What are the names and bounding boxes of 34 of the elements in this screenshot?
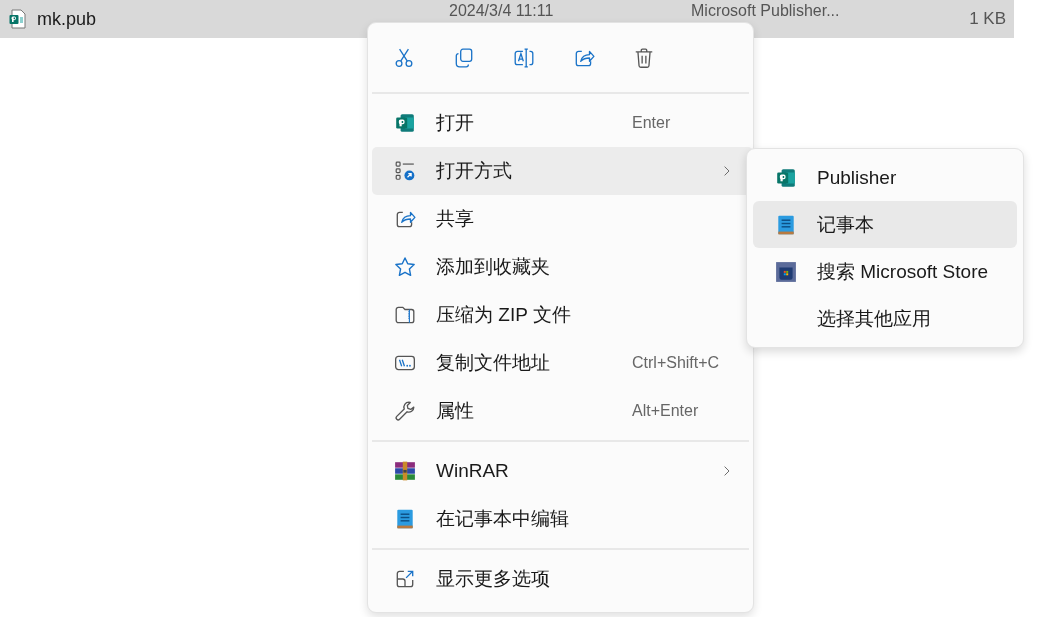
- notepad-icon: [394, 508, 416, 530]
- wrench-icon: [394, 400, 416, 422]
- scissors-icon: [393, 46, 415, 69]
- menu-item[interactable]: 在记事本中编辑: [372, 495, 749, 543]
- file-size: 1 KB: [969, 9, 1006, 29]
- trash-icon: [633, 46, 655, 69]
- menu-item[interactable]: 共享: [372, 195, 749, 243]
- file-date: 2024/3/4 11:11: [449, 2, 555, 20]
- publisher-icon: [394, 112, 416, 134]
- rename-icon: [513, 46, 535, 69]
- menu-item[interactable]: 打开 Enter: [372, 99, 749, 147]
- menu-item[interactable]: 添加到收藏夹: [372, 243, 749, 291]
- menu-item[interactable]: 复制文件地址 Ctrl+Shift+C: [372, 339, 749, 387]
- notepad-icon: [775, 213, 797, 236]
- store-icon: [775, 260, 797, 283]
- submenu-item[interactable]: 选择其他应用: [753, 295, 1017, 342]
- menu-item[interactable]: 属性 Alt+Enter: [372, 387, 749, 435]
- file-name: mk.pub: [37, 8, 98, 30]
- menu-item[interactable]: 打开方式: [372, 147, 753, 195]
- star-icon: [394, 256, 416, 278]
- zip-folder-icon: [394, 304, 416, 326]
- expand-icon: [394, 568, 416, 590]
- copy-icon: [453, 46, 475, 69]
- submenu-item[interactable]: 搜索 Microsoft Store: [753, 248, 1017, 295]
- menu-item[interactable]: 显示更多选项: [372, 555, 749, 603]
- file-icon: [8, 9, 28, 29]
- open-with-icon: [394, 160, 416, 182]
- menu-item[interactable]: WinRAR: [372, 447, 749, 495]
- menu-item[interactable]: 压缩为 ZIP 文件: [372, 291, 749, 339]
- publisher-icon: [775, 166, 797, 189]
- file-type: Microsoft Publisher...: [691, 2, 841, 20]
- submenu-item[interactable]: Publisher: [753, 154, 1017, 201]
- books-icon: [394, 460, 416, 482]
- submenu-item[interactable]: 记事本: [753, 201, 1017, 248]
